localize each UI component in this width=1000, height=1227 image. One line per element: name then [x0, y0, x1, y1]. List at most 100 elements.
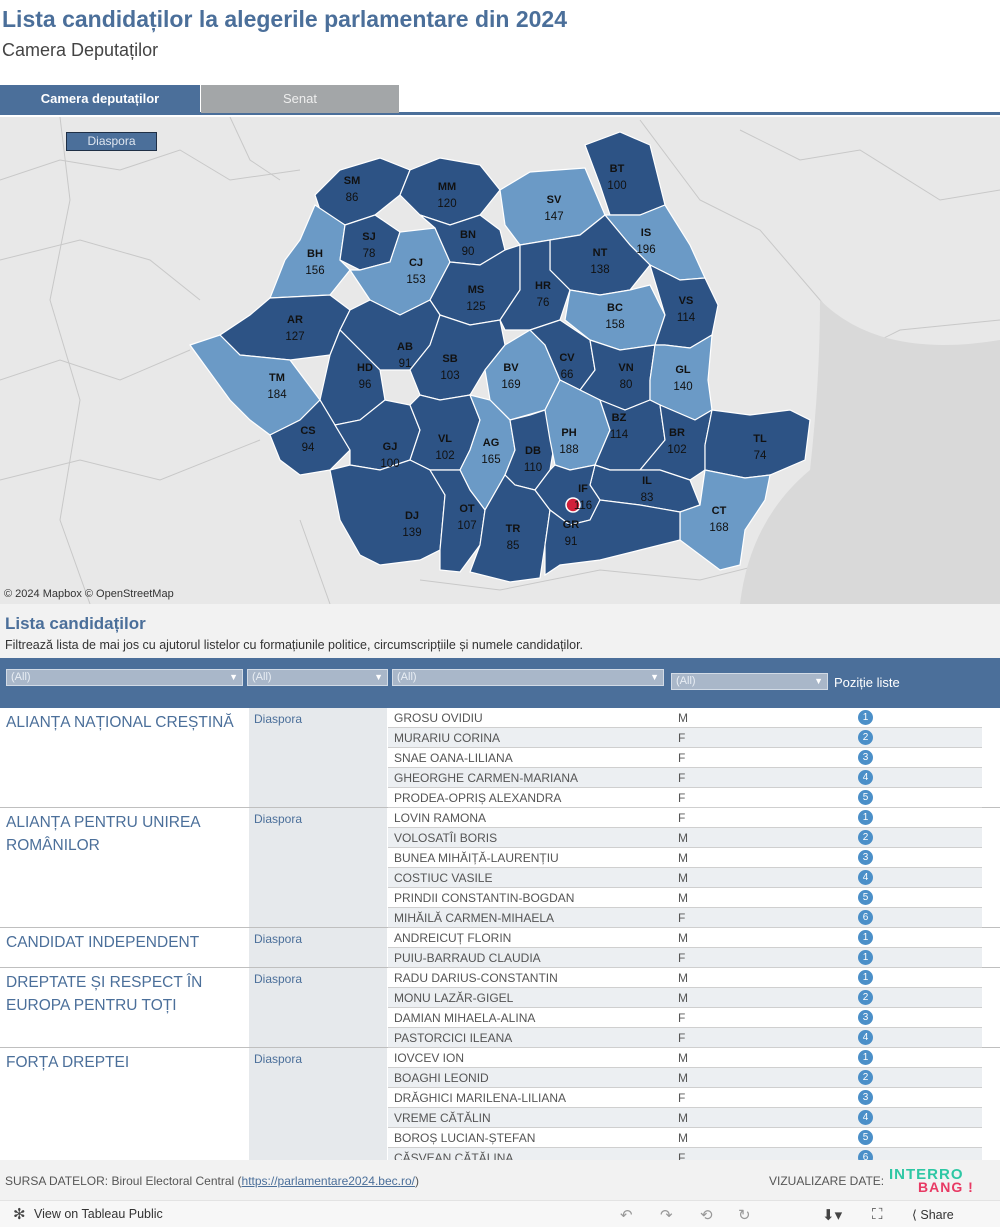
chevron-down-icon: ▼	[374, 672, 383, 682]
circumscription-label[interactable]: Diaspora	[254, 812, 302, 826]
county-count-bz: 114	[610, 429, 629, 441]
diaspora-button[interactable]: Diaspora	[66, 132, 157, 151]
share-button[interactable]: ⟨ Share	[912, 1207, 954, 1222]
circumscription-label[interactable]: Diaspora	[254, 932, 302, 946]
county-count-il: 83	[641, 492, 654, 504]
candidates-table[interactable]: ALIANȚA NAȚIONAL CREȘTINĂ Diaspora GROSU O…	[0, 708, 1000, 1160]
circumscription-label[interactable]: Diaspora	[254, 712, 302, 726]
revert-icon[interactable]: ⟲	[700, 1206, 713, 1224]
table-row[interactable]: PASTORCICI ILEANA F 4	[388, 1028, 982, 1048]
list-header: Lista candidaților Filtrează lista de ma…	[0, 604, 1000, 658]
county-count-vl: 102	[435, 450, 454, 462]
county-count-gj: 100	[380, 458, 399, 470]
candidate-name: PASTORCICI ILEANA	[394, 1031, 513, 1045]
tab-camera[interactable]: Camera deputaților	[0, 85, 200, 113]
county-code-vl: VL	[438, 433, 452, 445]
county-code-cj: CJ	[409, 257, 423, 269]
table-row[interactable]: BOAGHI LEONID M 2	[388, 1068, 982, 1088]
county-count-bt: 100	[607, 180, 626, 192]
circumscription-label[interactable]: Diaspora	[254, 1052, 302, 1066]
source-link[interactable]: https://parlamentare2024.bec.ro/	[242, 1174, 415, 1188]
map-canvas[interactable]: SM 86 MM 120 BT 100 SV 147 IS 196 NT 138 BH 156 SJ 78 CJ…	[0, 117, 1000, 604]
chevron-down-icon: ▼	[814, 676, 823, 686]
table-row[interactable]: ANDREICUȚ FLORIN M 1	[388, 928, 982, 948]
position-badge: 5	[858, 1130, 873, 1145]
table-row[interactable]: VREME CĂTĂLIN M 4	[388, 1108, 982, 1128]
party-name[interactable]: CANDIDAT INDEPENDENT	[6, 931, 242, 954]
list-title: Lista candidaților	[5, 614, 146, 633]
county-count-cs: 94	[302, 442, 315, 454]
position-label: Poziție liste	[834, 675, 900, 690]
county-code-bh: BH	[307, 248, 323, 260]
redo-icon[interactable]: ↷	[660, 1206, 673, 1224]
position-badge: 4	[858, 770, 873, 785]
candidate-name: BUNEA MIHĂIȚĂ-LAURENȚIU	[394, 851, 559, 865]
table-row[interactable]: PRINDII CONSTANTIN-BOGDAN M 5	[388, 888, 982, 908]
county-code-nt: NT	[593, 247, 608, 259]
county-count-nt: 138	[590, 264, 609, 276]
table-row[interactable]: BUNEA MIHĂIȚĂ-LAURENȚIU M 3	[388, 848, 982, 868]
table-row[interactable]: GHEORGHE CARMEN-MARIANA F 4	[388, 768, 982, 788]
candidate-sex: M	[678, 991, 688, 1005]
interrobang-logo-bottom[interactable]: BANG !	[918, 1179, 974, 1195]
county-count-db: 110	[524, 462, 542, 474]
view-on-tableau-link[interactable]: View on Tableau Public	[34, 1207, 163, 1221]
table-row[interactable]: CĂSVEAN CĂTĂLINA F 6	[388, 1148, 982, 1160]
circumscription-cell: Diaspora	[249, 1048, 387, 1160]
tab-bar: Camera deputaților Senat	[0, 85, 1000, 115]
candidate-name: MURARIU CORINA	[394, 731, 501, 745]
county-count-tr: 85	[507, 540, 520, 552]
table-row[interactable]: BOROȘ LUCIAN-ȘTEFAN M 5	[388, 1128, 982, 1148]
county-code-dj: DJ	[405, 510, 419, 522]
county-count-bh: 156	[305, 265, 324, 277]
county-code-mm: MM	[438, 181, 456, 193]
candidate-sex: F	[678, 951, 686, 965]
tab-senat[interactable]: Senat	[201, 85, 399, 113]
party-name[interactable]: DREPTATE ȘI RESPECT ÎN EUROPA PENTRU TOȚ…	[6, 971, 242, 1017]
candidate-sex: F	[678, 1151, 686, 1160]
fullscreen-icon[interactable]: ⛶	[872, 1206, 883, 1223]
party-name[interactable]: ALIANȚA PENTRU UNIREA ROMÂNILOR	[6, 811, 242, 857]
candidate-name: PRINDII CONSTANTIN-BOGDAN	[394, 891, 575, 905]
table-row[interactable]: MIHĂILĂ CARMEN-MIHAELA F 6	[388, 908, 982, 928]
table-row[interactable]: VOLOSATÎI BORIS M 2	[388, 828, 982, 848]
romania-map[interactable]: SM 86 MM 120 BT 100 SV 147 IS 196 NT 138 BH 156 SJ 78 CJ…	[0, 117, 1000, 604]
county-dj	[329, 459, 446, 566]
table-row[interactable]: IOVCEV ION M 1	[388, 1048, 982, 1068]
table-row[interactable]: DRĂGHICI MARILENA-LILIANA F 3	[388, 1088, 982, 1108]
candidate-filter-value: (All)	[397, 671, 417, 683]
candidate-sex: M	[678, 1071, 688, 1085]
table-row[interactable]: RADU DARIUS-CONSTANTIN M 1	[388, 968, 982, 988]
candidate-filter[interactable]: (All) ▼	[392, 669, 664, 686]
table-row[interactable]: GROSU OVIDIU M 1	[388, 708, 982, 728]
county-code-ar: AR	[287, 314, 303, 326]
party-name[interactable]: FORȚA DREPTEI	[6, 1051, 242, 1074]
party-filter[interactable]: (All) ▼	[6, 669, 243, 686]
refresh-icon[interactable]: ↻	[738, 1206, 751, 1224]
table-row[interactable]: SNAE OANA-LILIANA F 3	[388, 748, 982, 768]
table-row[interactable]: DAMIAN MIHAELA-ALINA F 3	[388, 1008, 982, 1028]
download-icon[interactable]: ⬇▾	[822, 1206, 842, 1224]
table-row[interactable]: MURARIU CORINA F 2	[388, 728, 982, 748]
candidate-sex: F	[678, 771, 686, 785]
candidate-sex: M	[678, 871, 688, 885]
circumscription-label[interactable]: Diaspora	[254, 972, 302, 986]
position-filter[interactable]: (All) ▼	[671, 673, 828, 690]
table-row[interactable]: PUIU-BARRAUD CLAUDIA F 1	[388, 948, 982, 968]
share-label: Share	[920, 1208, 954, 1222]
position-badge: 3	[858, 850, 873, 865]
county-count-hr: 76	[537, 297, 550, 309]
undo-icon[interactable]: ↶	[620, 1206, 633, 1224]
county-count-dj: 139	[402, 527, 421, 539]
candidate-sex: M	[678, 1131, 688, 1145]
county-code-il: IL	[642, 475, 652, 487]
table-row[interactable]: COSTIUC VASILE M 4	[388, 868, 982, 888]
table-row[interactable]: MONU LAZĂR-GIGEL M 2	[388, 988, 982, 1008]
candidate-sex: F	[678, 1031, 686, 1045]
table-row[interactable]: LOVIN RAMONA F 1	[388, 808, 982, 828]
circumscription-filter[interactable]: (All) ▼	[247, 669, 388, 686]
table-row[interactable]: PRODEA-OPRIȘ ALEXANDRA F 5	[388, 788, 982, 808]
circumscription-cell: Diaspora	[249, 928, 387, 967]
party-name[interactable]: ALIANȚA NAȚIONAL CREȘTINĂ	[6, 711, 242, 734]
candidate-sex: M	[678, 1051, 688, 1065]
